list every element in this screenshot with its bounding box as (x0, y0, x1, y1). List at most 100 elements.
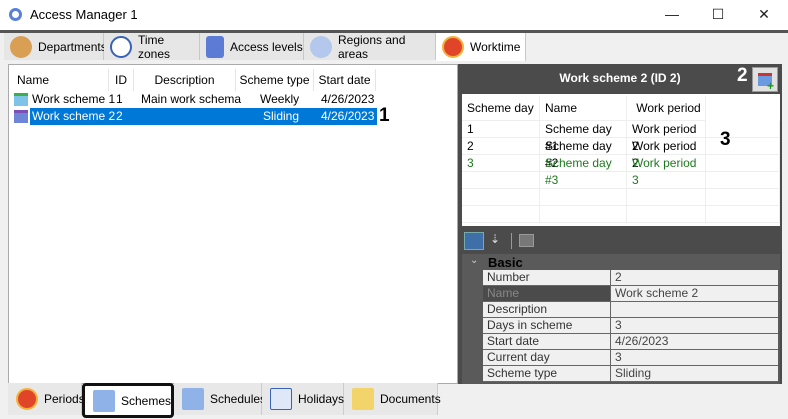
tab-label: Periods (44, 392, 85, 406)
annotation-3: 3 (720, 129, 731, 150)
tab-label: Access levels (230, 39, 303, 54)
tab-label: Schemes (121, 393, 172, 408)
property-value[interactable]: 3 (611, 318, 778, 334)
cell-day[interactable]: 1 (462, 121, 540, 138)
property-label[interactable]: Days in scheme (483, 318, 611, 334)
tab-label: Holidays (298, 392, 345, 406)
property-label[interactable]: Number (483, 270, 611, 286)
cell-period[interactable]: Work period 2 (627, 121, 706, 153)
cell-name[interactable]: Scheme day #3 (540, 155, 627, 187)
list-item[interactable]: Work scheme 1 1 Main work schema Weekly … (13, 91, 377, 108)
empty-cell (462, 189, 540, 206)
tab-label: Worktime (470, 40, 521, 54)
scheme-details-panel: Work scheme 2 (ID 2) 2 + Scheme day Name… (458, 64, 782, 384)
tab-regions-and-areas[interactable]: Regions and areas (304, 32, 436, 61)
tab-label: Schedules (210, 392, 267, 406)
schedule-calendar-icon (182, 388, 204, 410)
person-icon (10, 35, 32, 58)
column-header-work-period[interactable]: Work period (627, 96, 706, 121)
tab-label: Departments (38, 39, 107, 54)
cell-empty[interactable] (706, 138, 780, 155)
cell-name[interactable]: Scheme day #2 (540, 138, 627, 170)
cell-type: Sliding (263, 109, 300, 123)
column-header-scheme-type[interactable]: Scheme type (236, 69, 314, 91)
tab-access-levels[interactable]: Access levels (200, 33, 304, 60)
cell-empty[interactable] (706, 121, 780, 138)
column-header-name[interactable]: Name (11, 69, 109, 91)
tab-worktime[interactable]: Worktime (436, 33, 526, 61)
property-value[interactable] (611, 302, 778, 318)
empty-cell (540, 172, 627, 189)
property-label[interactable]: Name (483, 286, 611, 302)
column-header-description[interactable]: Description (134, 69, 236, 91)
empty-cell (540, 206, 627, 223)
cell-day[interactable]: 2 (462, 138, 540, 155)
alphabetical-sort-icon[interactable]: ⇣ (490, 232, 500, 246)
lock-icon (206, 35, 224, 58)
list-item[interactable]: Work scheme 2 2 Sliding 4/26/2023 (13, 108, 377, 125)
calendar-14-icon (270, 388, 292, 410)
scheme-icon (14, 93, 28, 106)
cell-period[interactable]: Work period 3 (627, 155, 706, 187)
top-tabs: Departments Time zones Access levels Reg… (0, 30, 788, 61)
calendar-icon (93, 389, 115, 412)
property-label[interactable]: Start date (483, 334, 611, 350)
cell-description: Main work schema (141, 92, 242, 106)
cell-type: Weekly (260, 92, 300, 106)
property-toolbar: ⇣ (462, 230, 780, 252)
tab-holidays[interactable]: Holidays (262, 383, 344, 415)
column-header-start-date[interactable]: Start date (314, 69, 376, 91)
window-title: Access Manager 1 (30, 7, 138, 22)
empty-cell (627, 172, 706, 189)
maximize-button[interactable]: ☐ (703, 4, 733, 24)
cell-day[interactable]: 3 (462, 155, 540, 172)
document-pen-icon (352, 388, 374, 410)
scheme-icon (14, 110, 28, 123)
minimize-button[interactable]: — (657, 4, 687, 24)
empty-cell (540, 189, 627, 206)
column-header-name[interactable]: Name (540, 96, 627, 121)
empty-cell (706, 189, 780, 206)
tab-documents[interactable]: Documents (344, 383, 441, 415)
tab-schemes[interactable]: Schemes (82, 383, 174, 418)
empty-cell (706, 206, 780, 223)
clock-icon (110, 35, 132, 58)
close-button[interactable]: ✕ (749, 4, 779, 24)
property-value[interactable]: 4/26/2023 (611, 334, 778, 350)
app-icon (9, 8, 22, 21)
cell-start-date: 4/26/2023 (321, 92, 375, 106)
tab-label: Regions and areas (338, 32, 406, 61)
cell-id: 1 (116, 92, 123, 106)
schemes-list: Name ID Description Scheme type Start da… (8, 64, 458, 384)
tab-departments[interactable]: Departments (4, 33, 107, 60)
cell-empty[interactable] (706, 155, 780, 172)
column-header-scheme-day[interactable]: Scheme day (462, 96, 540, 121)
cell-name: Work scheme 1 (32, 92, 116, 106)
property-value[interactable]: 3 (611, 350, 778, 366)
property-label[interactable]: Scheme type (483, 366, 611, 382)
tab-time-zones[interactable]: Time zones (104, 33, 200, 61)
empty-cell (627, 206, 706, 223)
cell-period[interactable]: Work period 2 (627, 138, 706, 170)
tab-periods[interactable]: Periods (8, 383, 85, 415)
category-basic: Basic (488, 255, 523, 270)
column-header-id[interactable]: ID (109, 69, 134, 91)
empty-cell (627, 189, 706, 206)
cell-name: Work scheme 2 (32, 109, 116, 123)
tab-schedules[interactable]: Schedules (174, 383, 266, 415)
cell-name[interactable]: Scheme day #1 (540, 121, 627, 153)
property-value[interactable]: Work scheme 2 (611, 286, 778, 302)
cell-start-date: 4/26/2023 (321, 109, 375, 123)
empty-cell (462, 172, 540, 189)
property-label[interactable]: Current day (483, 350, 611, 366)
categorized-view-icon[interactable] (464, 232, 484, 250)
periods-clock-icon (16, 388, 38, 410)
scheme-days-grid: Scheme day Name Work period 1 Scheme day … (462, 94, 780, 226)
collapse-chevron-icon[interactable]: ⌄ (470, 255, 478, 266)
property-value[interactable]: Sliding (611, 366, 778, 382)
property-value[interactable]: 2 (611, 270, 778, 286)
property-label[interactable]: Description (483, 302, 611, 318)
property-pages-icon[interactable] (519, 234, 534, 247)
empty-cell (706, 172, 780, 189)
add-scheme-day-button[interactable]: + (752, 67, 778, 93)
